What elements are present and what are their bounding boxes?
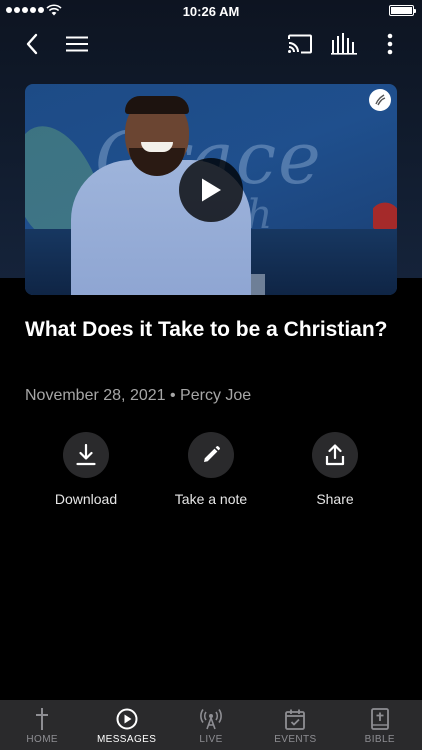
broadcast-icon <box>200 709 222 730</box>
tab-bible-label: BIBLE <box>364 734 395 745</box>
tab-bar: HOME MESSAGES LIVE EVENTS BIBLE <box>0 700 422 750</box>
sermon-speaker: Percy Joe <box>180 387 252 404</box>
tab-bible[interactable]: BIBLE <box>338 700 422 750</box>
download-button[interactable] <box>63 432 109 478</box>
hamburger-menu-icon <box>66 36 88 52</box>
church-logo-icon <box>375 94 386 106</box>
tab-live-label: LIVE <box>199 734 223 745</box>
take-note-label: Take a note <box>174 491 248 507</box>
cast-icon <box>288 34 312 54</box>
more-vertical-icon <box>387 33 393 55</box>
play-circle-icon <box>116 708 138 730</box>
share-action[interactable]: Share <box>275 432 395 507</box>
status-bar: 10:26 AM <box>0 0 422 22</box>
tab-events-label: EVENTS <box>274 734 317 745</box>
tab-home-label: HOME <box>26 734 58 745</box>
audio-button[interactable] <box>328 28 360 60</box>
video-player[interactable]: Grace Ch ch <box>25 84 397 295</box>
more-options-button[interactable] <box>374 28 406 60</box>
share-button[interactable] <box>312 432 358 478</box>
play-icon <box>202 178 221 202</box>
menu-button[interactable] <box>61 28 93 60</box>
back-button[interactable] <box>16 28 48 60</box>
share-icon <box>325 444 345 466</box>
tab-messages[interactable]: MESSAGES <box>84 700 168 750</box>
sermon-title: What Does it Take to be a Christian? <box>25 318 388 341</box>
meta-separator: • <box>169 387 176 404</box>
download-label: Download <box>54 491 118 507</box>
share-label: Share <box>316 491 354 507</box>
cast-button[interactable] <box>284 28 316 60</box>
tab-home[interactable]: HOME <box>0 700 84 750</box>
battery-icon <box>389 5 416 16</box>
cross-icon <box>36 708 49 730</box>
church-logo-badge <box>369 89 391 111</box>
tab-events[interactable]: EVENTS <box>253 700 337 750</box>
tab-live[interactable]: LIVE <box>169 700 253 750</box>
tab-messages-label: MESSAGES <box>96 734 157 745</box>
download-action[interactable]: Download <box>26 432 146 507</box>
status-time: 10:26 AM <box>182 4 240 19</box>
sermon-meta: November 28, 2021 • Percy Joe <box>25 387 251 405</box>
audio-bars-icon <box>331 33 357 55</box>
calendar-icon <box>285 709 306 730</box>
play-button[interactable] <box>179 158 243 222</box>
pencil-icon <box>204 446 220 462</box>
take-note-action[interactable]: Take a note <box>151 432 271 507</box>
take-note-button[interactable] <box>188 432 234 478</box>
bible-icon <box>370 708 389 730</box>
download-icon <box>76 444 96 466</box>
sermon-date: November 28, 2021 <box>25 387 166 404</box>
chevron-left-icon <box>26 33 38 55</box>
